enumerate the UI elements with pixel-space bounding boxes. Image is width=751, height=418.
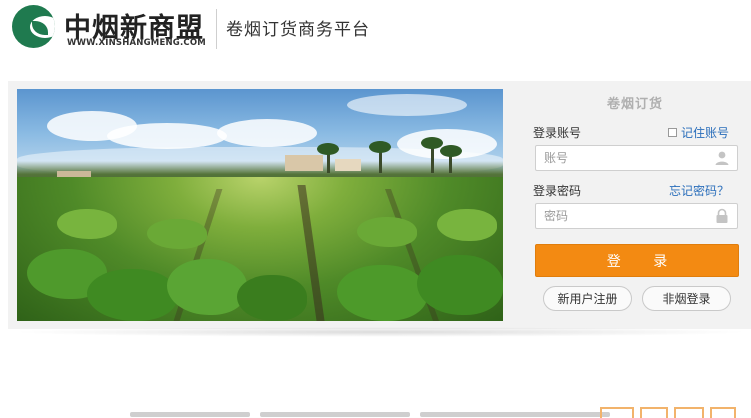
- password-field[interactable]: [535, 203, 738, 229]
- login-button[interactable]: 登 录: [535, 244, 739, 277]
- password-input[interactable]: [536, 204, 706, 228]
- brand-logo-icon: [12, 5, 55, 48]
- footer-logo-cropped: [598, 403, 738, 418]
- form-title: 卷烟订货: [607, 97, 664, 112]
- checkbox-box[interactable]: [668, 128, 677, 137]
- register-button[interactable]: 新用户注册: [543, 286, 632, 311]
- brand-url: WWW.XINSHANGMENG.COM: [67, 38, 206, 48]
- page: 中烟新商盟 WWW.XINSHANGMENG.COM 卷烟订货商务平台 卷烟订货…: [0, 0, 751, 418]
- tobacco-field-image: [17, 89, 503, 321]
- remember-account-label: 记住账号: [681, 126, 730, 140]
- user-icon: [715, 151, 729, 165]
- forgot-password-link[interactable]: 忘记密码？: [669, 182, 729, 199]
- platform-title: 卷烟订货商务平台: [226, 20, 370, 40]
- account-input[interactable]: [536, 146, 706, 170]
- header-divider: [216, 9, 217, 49]
- lock-icon: [716, 208, 728, 223]
- account-field[interactable]: [535, 145, 738, 171]
- site-header: 中烟新商盟 WWW.XINSHANGMENG.COM 卷烟订货商务平台: [0, 0, 751, 58]
- footer-text-cropped: [130, 411, 620, 418]
- password-label: 登录密码: [533, 184, 582, 198]
- panel-shadow: [10, 327, 751, 337]
- remember-account-checkbox[interactable]: 记住账号: [668, 124, 729, 141]
- account-label: 登录账号: [533, 126, 582, 140]
- non-tobacco-login-button[interactable]: 非烟登录: [642, 286, 731, 311]
